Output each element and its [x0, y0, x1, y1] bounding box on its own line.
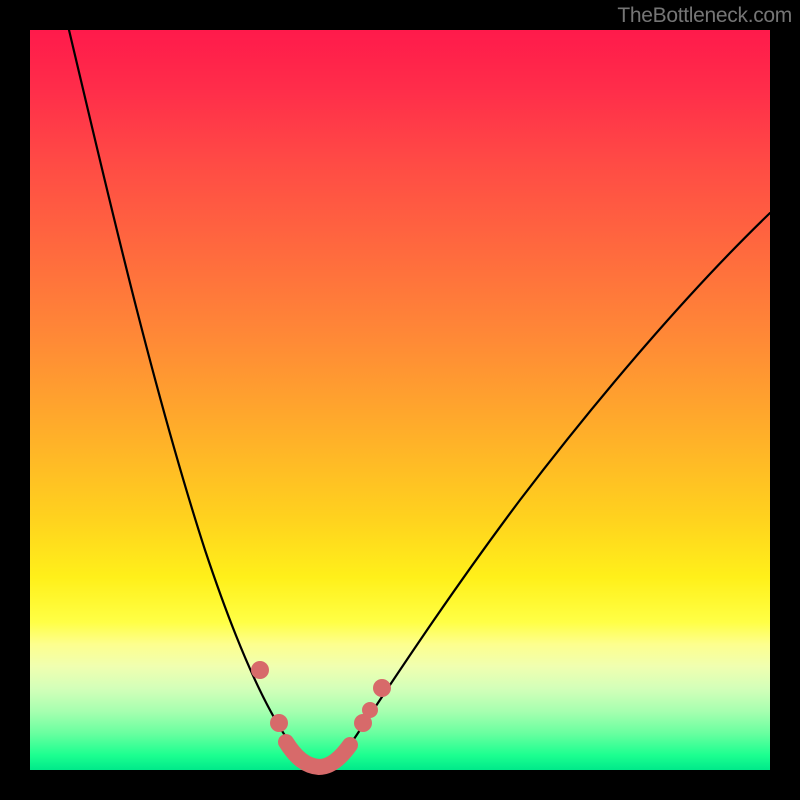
- marker-dot: [251, 661, 269, 679]
- marker-dot: [362, 702, 378, 718]
- bottleneck-curve: [30, 30, 770, 770]
- marker-valley-segment: [286, 742, 350, 767]
- watermark-text: TheBottleneck.com: [617, 4, 792, 28]
- marker-dot: [373, 679, 391, 697]
- chart-frame: TheBottleneck.com: [0, 0, 800, 800]
- marker-dot: [270, 714, 288, 732]
- plot-area: [30, 30, 770, 770]
- curve-left-branch: [69, 30, 319, 767]
